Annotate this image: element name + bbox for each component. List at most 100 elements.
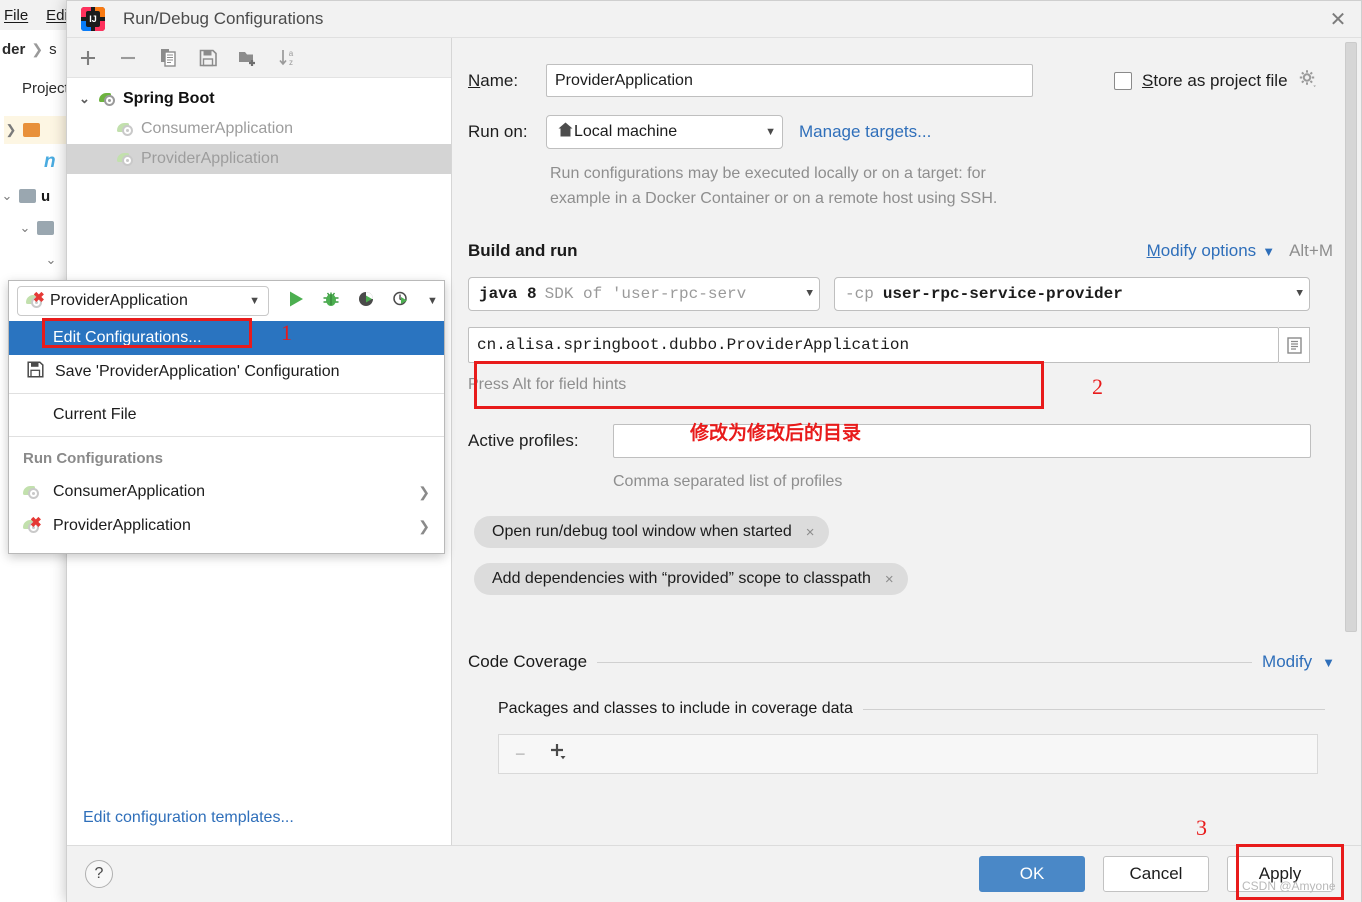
breadcrumb-item-2[interactable]: s <box>49 41 57 58</box>
spring-boot-icon <box>117 121 135 137</box>
tree-item-providerapplication[interactable]: ProviderApplication <box>67 144 451 174</box>
run-action-icons: ▼ <box>287 290 438 313</box>
chevron-down-icon[interactable]: ▼ <box>1262 244 1275 259</box>
folder-icon <box>23 123 40 137</box>
save-configuration-button[interactable] <box>197 47 219 69</box>
help-button[interactable]: ? <box>85 860 113 888</box>
chevron-down-icon[interactable]: ⌄ <box>0 188 14 204</box>
chevron-right-icon[interactable]: ❯ <box>418 484 430 501</box>
store-as-project-file-row[interactable]: Store as project file <box>1114 69 1317 93</box>
chevron-right-icon[interactable]: ❯ <box>418 518 430 535</box>
class-browse-icon[interactable] <box>1279 327 1310 363</box>
project-tree-row-4[interactable]: ⌄ <box>18 214 54 242</box>
menu-item-label: Edit Configurations... <box>53 329 202 346</box>
run-icon[interactable] <box>287 290 305 313</box>
close-icon[interactable]: ✕ <box>1315 1 1361 38</box>
jre-sdk-value-detail: SDK of 'user-rpc-serv <box>544 285 747 303</box>
coverage-packages-header: Packages and classes to include in cover… <box>498 700 1325 718</box>
edit-configuration-templates-link[interactable]: Edit configuration templates... <box>83 809 294 827</box>
gear-icon[interactable] <box>1298 69 1317 93</box>
module-marker-label: n <box>44 151 56 172</box>
debug-icon[interactable] <box>322 290 340 313</box>
store-as-project-file-checkbox[interactable] <box>1114 71 1132 90</box>
module-classpath-combo[interactable]: -cp user-rpc-service-provider ▼ <box>834 277 1310 311</box>
module-folder-icon <box>19 189 36 203</box>
coverage-packages-title: Packages and classes to include in cover… <box>498 700 853 717</box>
svg-text:z: z <box>289 58 293 67</box>
run-configurations-popup: ✖ ProviderApplication ▼ ▼ Edit Configura… <box>8 280 445 554</box>
run-on-row: Run on: Local machine ▼ Manage targets..… <box>468 115 1335 149</box>
active-profiles-row: Active profiles: <box>468 424 1335 458</box>
main-class-input[interactable]: cn.alisa.springboot.dubbo.ProviderApplic… <box>468 327 1279 363</box>
run-on-hint-line2: example in a Docker Container or on a re… <box>550 190 998 207</box>
coverage-add-button[interactable] <box>548 741 568 767</box>
code-coverage-modify-link[interactable]: Modify <box>1262 652 1312 672</box>
modify-options-link[interactable]: Modify options <box>1147 241 1257 261</box>
copy-configuration-button[interactable] <box>157 47 179 69</box>
remove-configuration-button[interactable] <box>117 47 139 69</box>
run-with-coverage-icon[interactable] <box>357 290 375 313</box>
chevron-down-icon[interactable]: ⌄ <box>18 220 32 236</box>
cancel-button[interactable]: Cancel <box>1103 856 1209 892</box>
chevron-down-icon[interactable]: ⌄ <box>44 252 58 268</box>
new-folder-button[interactable] <box>237 47 259 69</box>
tree-group-spring-boot[interactable]: ⌄ Spring Boot <box>67 84 451 114</box>
breadcrumb-separator-icon: ❯ <box>31 40 44 57</box>
project-tree-row-5[interactable]: ⌄ <box>44 246 58 274</box>
more-runners-dropdown-icon[interactable]: ▼ <box>427 295 438 307</box>
jre-sdk-combo[interactable]: java 8 SDK of 'user-rpc-serv ▼ <box>468 277 820 311</box>
annotation-number-1: 1 <box>281 320 292 345</box>
ok-button[interactable]: OK <box>979 856 1085 892</box>
close-icon[interactable]: × <box>885 571 894 588</box>
menu-item-edit-configurations[interactable]: Edit Configurations... <box>9 321 444 355</box>
menu-item-current-file[interactable]: Current File <box>9 398 444 432</box>
option-pill-add-provided-deps[interactable]: Add dependencies with “provided” scope t… <box>474 563 908 595</box>
add-configuration-button[interactable] <box>77 47 99 69</box>
svg-text:IJ: IJ <box>89 14 97 24</box>
close-icon[interactable]: × <box>806 524 815 541</box>
editor-panel-scrollbar[interactable] <box>1345 42 1357 632</box>
watermark-text: CSDN @Amyone <box>1242 879 1336 893</box>
spring-boot-error-icon: ✖ <box>23 515 42 534</box>
run-on-target-combo[interactable]: Local machine ▼ <box>546 115 783 149</box>
code-coverage-title: Code Coverage <box>468 652 588 671</box>
configuration-editor-panel: Name: ProviderApplication Store as proje… <box>452 38 1361 845</box>
menu-item-providerapplication[interactable]: ✖ ProviderApplication ❯ <box>9 509 444 543</box>
menu-item-label: Current File <box>53 406 137 423</box>
active-profiles-label: Active profiles: <box>468 431 579 450</box>
coverage-packages-table: − <box>498 734 1318 774</box>
menu-file[interactable]: File <box>4 7 28 24</box>
chevron-down-icon[interactable]: ▼ <box>1322 655 1335 670</box>
project-tree-row-1[interactable]: ❯ <box>4 116 66 144</box>
sort-alpha-icon[interactable]: a z <box>277 47 299 69</box>
chevron-down-icon[interactable]: ▼ <box>757 126 776 138</box>
name-row: Name: ProviderApplication Store as proje… <box>468 64 1335 97</box>
tree-item-label: ConsumerApplication <box>141 120 294 137</box>
breadcrumb-item-1[interactable]: der <box>2 41 25 58</box>
tree-item-consumerapplication[interactable]: ConsumerApplication <box>67 114 451 144</box>
save-icon <box>27 361 44 383</box>
chevron-down-icon[interactable]: ▼ <box>1288 288 1303 300</box>
spring-boot-error-icon: ✖ <box>26 290 45 309</box>
section-divider <box>597 661 1253 663</box>
menu-item-save-configuration[interactable]: Save 'ProviderApplication' Configuration <box>9 355 444 389</box>
coverage-remove-button[interactable]: − <box>515 744 526 765</box>
main-class-row: cn.alisa.springboot.dubbo.ProviderApplic… <box>468 327 1335 363</box>
chevron-down-icon[interactable]: ▼ <box>798 288 813 300</box>
classpath-value: user-rpc-service-provider <box>882 285 1123 303</box>
project-tree-row-3[interactable]: ⌄ u <box>0 182 51 210</box>
dialog-button-bar: ? OK Cancel Apply <box>67 845 1361 902</box>
chevron-down-icon[interactable]: ⌄ <box>79 91 93 107</box>
name-input[interactable]: ProviderApplication <box>546 64 1033 97</box>
chevron-right-icon[interactable]: ❯ <box>4 122 18 138</box>
chevron-down-icon[interactable]: ▼ <box>249 295 260 307</box>
run-configuration-selector-combo[interactable]: ✖ ProviderApplication ▼ <box>17 286 269 316</box>
configurations-toolbar: a z <box>67 38 451 78</box>
menu-item-consumerapplication[interactable]: ConsumerApplication ❯ <box>9 475 444 509</box>
project-tree-row-2[interactable]: n <box>44 148 56 176</box>
option-pill-open-run-window[interactable]: Open run/debug tool window when started … <box>474 516 829 548</box>
store-as-project-file-label: Store as project file <box>1142 70 1288 90</box>
profile-icon[interactable] <box>392 290 410 313</box>
code-coverage-header: Code Coverage Modify ▼ <box>468 652 1335 672</box>
manage-targets-link[interactable]: Manage targets... <box>799 122 931 142</box>
